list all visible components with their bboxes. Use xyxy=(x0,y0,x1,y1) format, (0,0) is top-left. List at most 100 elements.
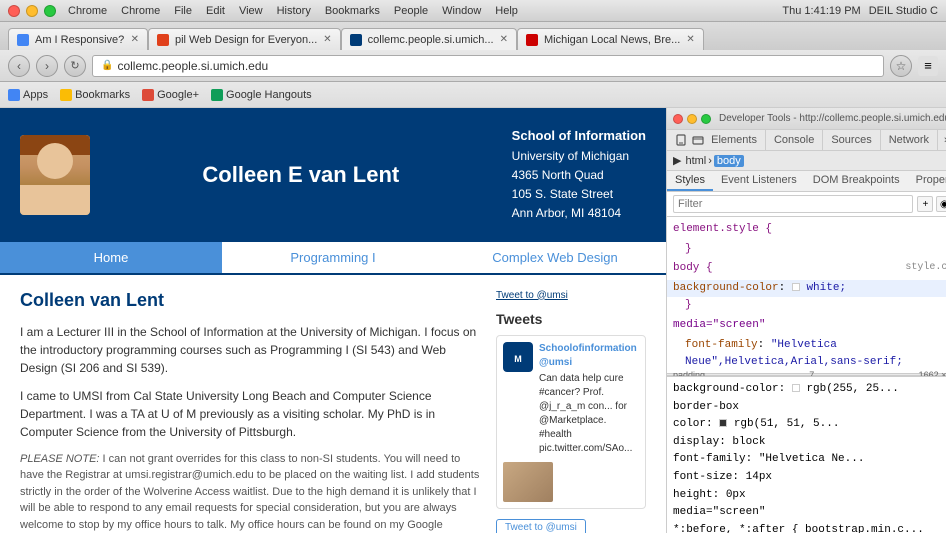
breadcrumb-html[interactable]: html xyxy=(685,155,706,167)
devtools-subtab-properties[interactable]: Properties xyxy=(908,171,946,191)
devtools-filter-input[interactable] xyxy=(673,195,913,213)
bookmark-google-plus[interactable]: Google+ xyxy=(142,89,199,101)
code2-border-box: border-box xyxy=(673,399,946,417)
color-swatch-white xyxy=(792,283,800,291)
main-content: Colleen van Lent I am a Lecturer III in … xyxy=(20,290,481,533)
devtools-filter-actions: + ◉ ⚙ xyxy=(917,196,946,212)
code2-before-after: *:before, *:after { bootstrap.min.c... xyxy=(673,522,946,533)
code-element-close: } xyxy=(673,241,946,259)
devtools-titlebar: Developer Tools - http://collemc.people.… xyxy=(667,108,946,130)
tab-michigan-news[interactable]: Michigan Local News, Bre... ✕ xyxy=(517,28,704,50)
devtools-tabs: Elements Console Sources Network » ✕ xyxy=(667,130,946,151)
code-font-family: font-family: "Helvetica Neue",Helvetica,… xyxy=(673,337,946,372)
tab-favicon-1 xyxy=(17,34,29,46)
site-nav: Home Programming I Complex Web Design xyxy=(0,242,666,275)
content-area: Colleen E van Lent School of Information… xyxy=(0,108,946,533)
developer-tools: Developer Tools - http://collemc.people.… xyxy=(666,108,946,533)
bookmark-hangouts[interactable]: Google Hangouts xyxy=(211,89,312,101)
minimize-button[interactable] xyxy=(26,5,38,17)
menu-people[interactable]: People xyxy=(394,5,428,17)
tab-collemc[interactable]: collemc.people.si.umich... ✕ xyxy=(341,28,517,50)
menu-history[interactable]: History xyxy=(277,5,311,17)
tab-pil[interactable]: pil Web Design for Everyon... ✕ xyxy=(148,28,341,50)
tab-favicon-4 xyxy=(526,34,538,46)
tweet-text: Can data help cure #cancer? Prof. @j_r_a… xyxy=(539,372,639,456)
bookmark-bookmarks[interactable]: Bookmarks xyxy=(60,89,130,101)
mobile-icon xyxy=(675,134,687,146)
menu-bookmarks[interactable]: Bookmarks xyxy=(325,5,380,17)
os-label: DEIL Studio C xyxy=(869,5,938,17)
devtools-close[interactable] xyxy=(673,114,683,124)
devtools-subtab-dom-breakpoints[interactable]: DOM Breakpoints xyxy=(805,171,908,191)
bookmark-apps[interactable]: Apps xyxy=(8,89,48,101)
code-body-open: body { style.css:1 xyxy=(673,260,946,278)
tweet-photo xyxy=(503,462,553,502)
menu-help[interactable]: Help xyxy=(495,5,518,17)
code-element-style-open: element.style { xyxy=(673,221,946,239)
tab-am-i-responsive[interactable]: Am I Responsive? ✕ xyxy=(8,28,148,50)
address-bar[interactable]: 🔒 collemc.people.si.umich.edu xyxy=(92,55,884,77)
menu-file[interactable]: File xyxy=(174,5,192,17)
devtools-tab-sources[interactable]: Sources xyxy=(823,130,880,150)
devtools-tab-overflow[interactable]: » xyxy=(938,130,946,150)
forward-button[interactable]: › xyxy=(36,55,58,77)
tweet-button[interactable]: Tweet to @umsi xyxy=(496,519,586,533)
devtools-tab-elements[interactable]: Elements xyxy=(667,130,766,150)
nav-complex[interactable]: Complex Web Design xyxy=(444,242,666,273)
menu-view[interactable]: View xyxy=(239,5,263,17)
menu-chrome[interactable]: Chrome xyxy=(121,5,160,17)
avatar-body xyxy=(20,185,90,215)
bio-paragraph-3: PLEASE NOTE: I can not grant overrides f… xyxy=(20,451,481,533)
code2-font-size: font-size: 14px xyxy=(673,469,946,487)
breadcrumb-body[interactable]: body xyxy=(714,155,744,167)
main-heading: Colleen van Lent xyxy=(20,290,481,311)
devtools-network-label: Network xyxy=(889,134,929,146)
devtools-minimize[interactable] xyxy=(687,114,697,124)
devtools-maximize[interactable] xyxy=(701,114,711,124)
tab-close-3[interactable]: ✕ xyxy=(500,34,508,45)
bookmark-apps-label: Apps xyxy=(23,89,48,101)
bookmark-star-button[interactable]: ☆ xyxy=(890,55,912,77)
tweets-label: Tweets xyxy=(496,311,646,327)
menu-edit[interactable]: Edit xyxy=(206,5,225,17)
devtools-tab-console[interactable]: Console xyxy=(766,130,823,150)
nav-programming[interactable]: Programming I xyxy=(222,242,444,273)
bookmark-star-icon xyxy=(60,89,72,101)
tweet-photo-row xyxy=(503,462,639,502)
calendar-link[interactable]: Tweet to @umsi xyxy=(496,290,646,301)
tab-close-2[interactable]: ✕ xyxy=(323,34,331,45)
devtools-toggle-button[interactable]: ◉ xyxy=(936,196,946,212)
address-line3: Ann Arbor, MI 48104 xyxy=(512,204,646,223)
bookmarks-bar: Apps Bookmarks Google+ Google Hangouts xyxy=(0,82,946,108)
devtools-subtab-styles[interactable]: Styles xyxy=(667,171,713,191)
code2-color: color: rgb(51, 51, 5... xyxy=(673,416,946,434)
profile-name: Colleen E van Lent xyxy=(110,162,492,188)
please-note: PLEASE NOTE: xyxy=(20,453,99,465)
reload-button[interactable]: ↻ xyxy=(64,55,86,77)
nav-home[interactable]: Home xyxy=(0,242,222,273)
back-button[interactable]: ‹ xyxy=(8,55,30,77)
address-line2: 105 S. State Street xyxy=(512,185,646,204)
menu-window[interactable]: Window xyxy=(442,5,481,17)
browser-tabs: Am I Responsive? ✕ pil Web Design for Ev… xyxy=(0,22,946,50)
tab-close-4[interactable]: ✕ xyxy=(686,34,694,45)
code2-font-family: font-family: "Helvetica Ne... xyxy=(673,451,946,469)
devtools-subtab-event-listeners[interactable]: Event Listeners xyxy=(713,171,805,191)
university-name: University of Michigan xyxy=(512,147,646,166)
devtools-elements-label: Elements xyxy=(711,134,757,146)
devtools-add-rule-button[interactable]: + xyxy=(917,196,933,212)
code-body-close: } xyxy=(673,297,946,315)
maximize-button[interactable] xyxy=(44,5,56,17)
settings-button[interactable]: ≡ xyxy=(918,56,938,76)
tab-close-1[interactable]: ✕ xyxy=(131,34,139,45)
browser-nav-bar: ‹ › ↻ 🔒 collemc.people.si.umich.edu ☆ ≡ xyxy=(0,50,946,82)
devtools-filter-bar: + ◉ ⚙ xyxy=(667,192,946,217)
tab-favicon-3 xyxy=(350,34,362,46)
tweet-box: M Schoolofinformation @umsi Can data hel… xyxy=(496,335,646,509)
devtools-subtabs: Styles Event Listeners DOM Breakpoints P… xyxy=(667,171,946,192)
app-title: Chrome xyxy=(68,5,107,17)
tweet-avatar: M xyxy=(503,342,533,372)
tab-favicon-2 xyxy=(157,34,169,46)
devtools-tab-network[interactable]: Network xyxy=(881,130,938,150)
close-button[interactable] xyxy=(8,5,20,17)
